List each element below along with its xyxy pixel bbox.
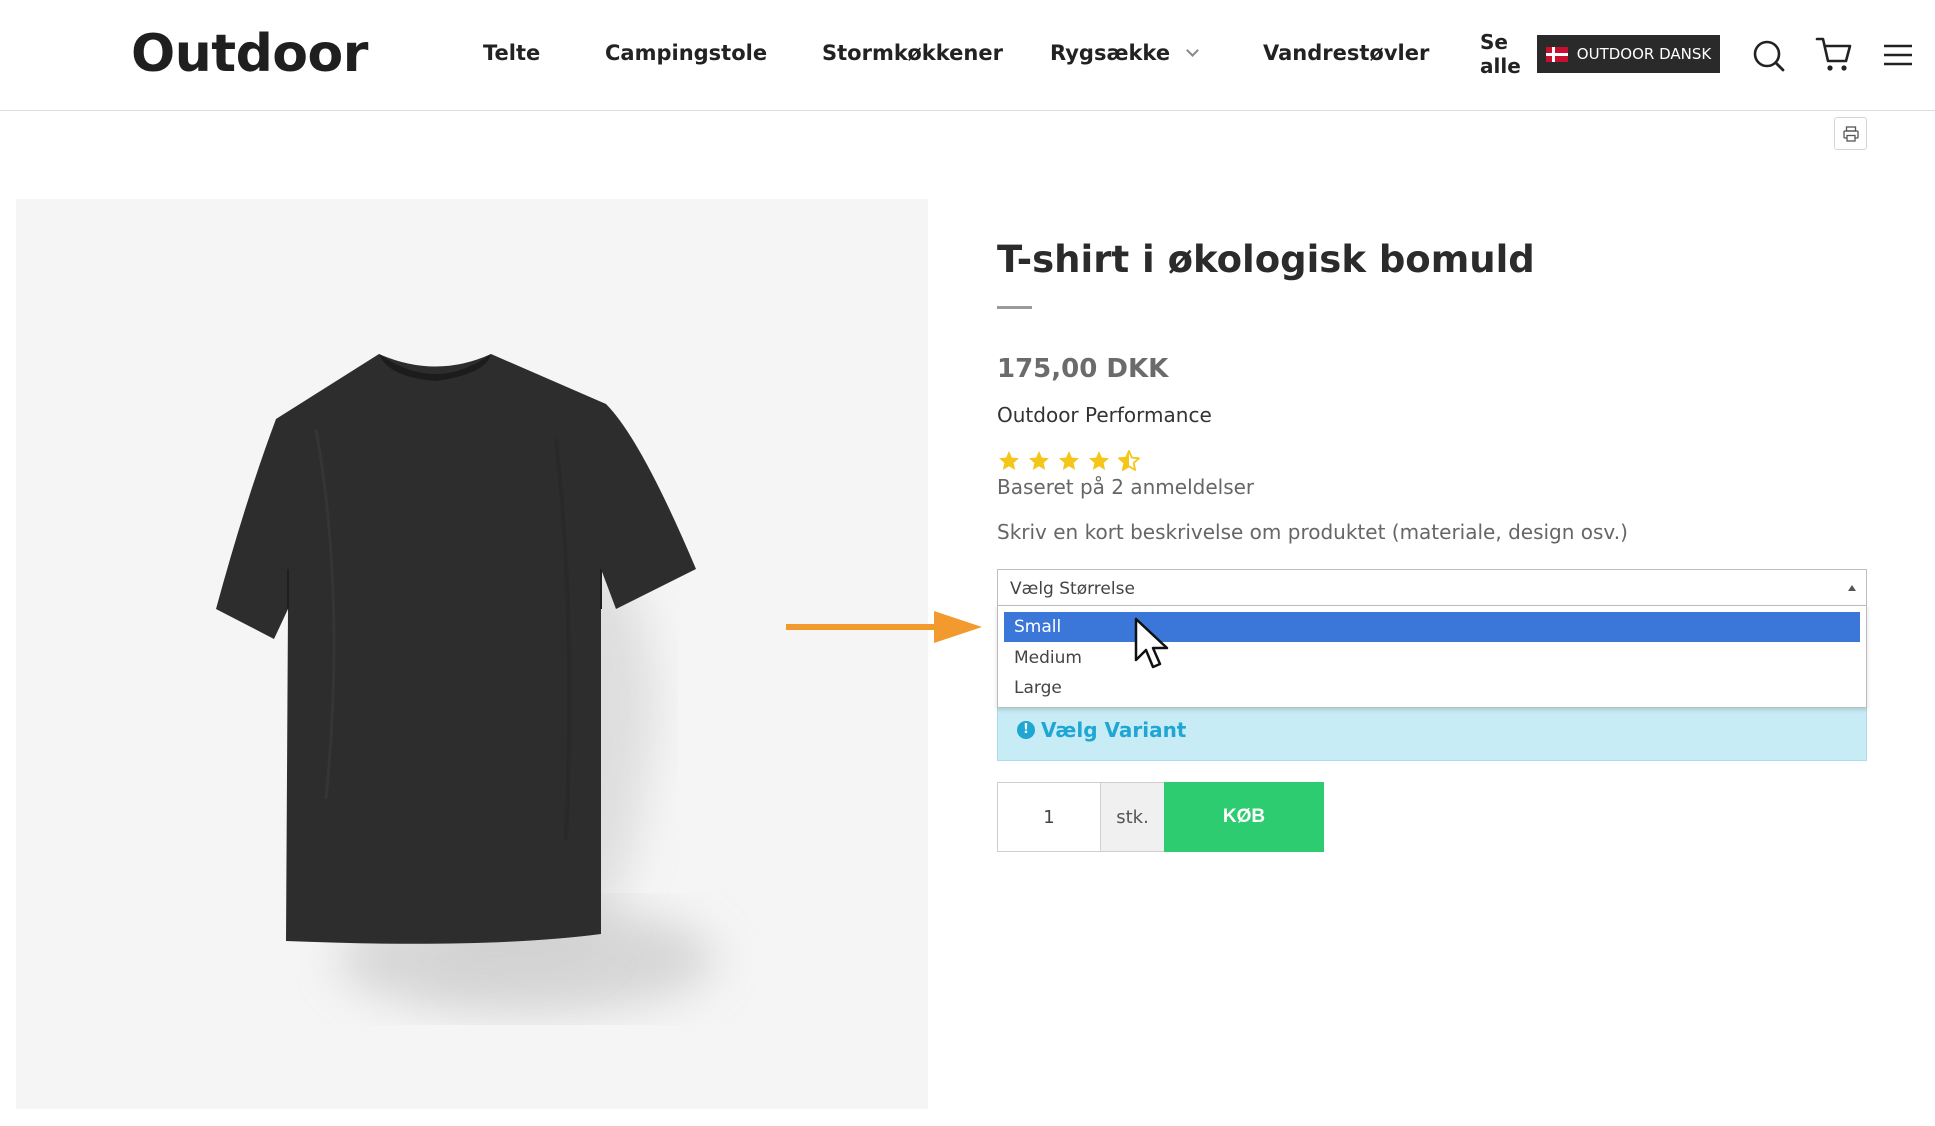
danish-flag-icon (1545, 46, 1568, 62)
mouse-cursor-icon (1134, 617, 1169, 669)
tshirt-image (216, 354, 716, 1014)
variant-alert-text: Vælg Variant (1041, 718, 1187, 742)
star-full-icon (1089, 451, 1109, 470)
cart-icon[interactable] (1814, 35, 1854, 75)
size-select[interactable]: Vælg Størrelse (997, 569, 1867, 606)
nav-item-stormkokkener[interactable]: Stormkøkkener (822, 41, 1003, 65)
print-button[interactable] (1834, 117, 1867, 150)
product-image[interactable] (16, 199, 928, 1109)
site-header: Outdoor Telte Campingstole Stormkøkkener… (0, 0, 1935, 111)
caret-up-icon (1848, 585, 1856, 591)
see-all-line-2: alle (1480, 54, 1521, 78)
site-logo[interactable]: Outdoor (131, 24, 368, 84)
product-brand[interactable]: Outdoor Performance (997, 403, 1212, 427)
reviews-count[interactable]: Baseret på 2 anmeldelser (997, 475, 1254, 499)
star-full-icon (1029, 451, 1049, 470)
menu-icon[interactable] (1878, 35, 1918, 75)
size-dropdown-list: Small Medium Large (997, 605, 1867, 708)
title-divider (997, 306, 1032, 309)
print-icon (1842, 125, 1859, 142)
product-price: 175,00 DKK (997, 354, 1169, 384)
nav-item-see-all[interactable]: Se alle (1480, 30, 1521, 78)
nav-item-rygsaekke[interactable]: Rygsække (1050, 41, 1199, 65)
chevron-down-icon (1186, 44, 1199, 57)
nav-item-label: Rygsække (1050, 41, 1171, 65)
nav-item-telte[interactable]: Telte (483, 41, 540, 65)
quantity-input[interactable] (997, 782, 1101, 852)
nav-item-vandrestovler[interactable]: Vandrestøvler (1263, 41, 1429, 65)
see-all-line-1: Se (1480, 30, 1508, 54)
language-button[interactable]: OUTDOOR DANSK (1537, 35, 1720, 73)
nav-item-campingstole[interactable]: Campingstole (605, 41, 767, 65)
star-full-icon (999, 451, 1019, 470)
quantity-unit: stk. (1101, 782, 1164, 852)
product-description: Skriv en kort beskrivelse om produktet (… (997, 520, 1628, 544)
product-title: T-shirt i økologisk bomuld (997, 238, 1535, 281)
star-full-icon (1059, 451, 1079, 470)
language-label: OUTDOOR DANSK (1576, 45, 1712, 63)
size-select-placeholder: Vælg Størrelse (1010, 579, 1135, 599)
variant-alert: ! Vælg Variant (997, 706, 1867, 761)
star-half-icon (1118, 450, 1140, 471)
search-icon[interactable] (1750, 35, 1790, 75)
info-icon: ! (1017, 721, 1035, 739)
size-option-large[interactable]: Large (1004, 673, 1860, 703)
buy-button[interactable]: KØB (1164, 782, 1324, 852)
orange-arrow-icon (786, 611, 982, 643)
rating-stars[interactable] (997, 449, 1141, 473)
